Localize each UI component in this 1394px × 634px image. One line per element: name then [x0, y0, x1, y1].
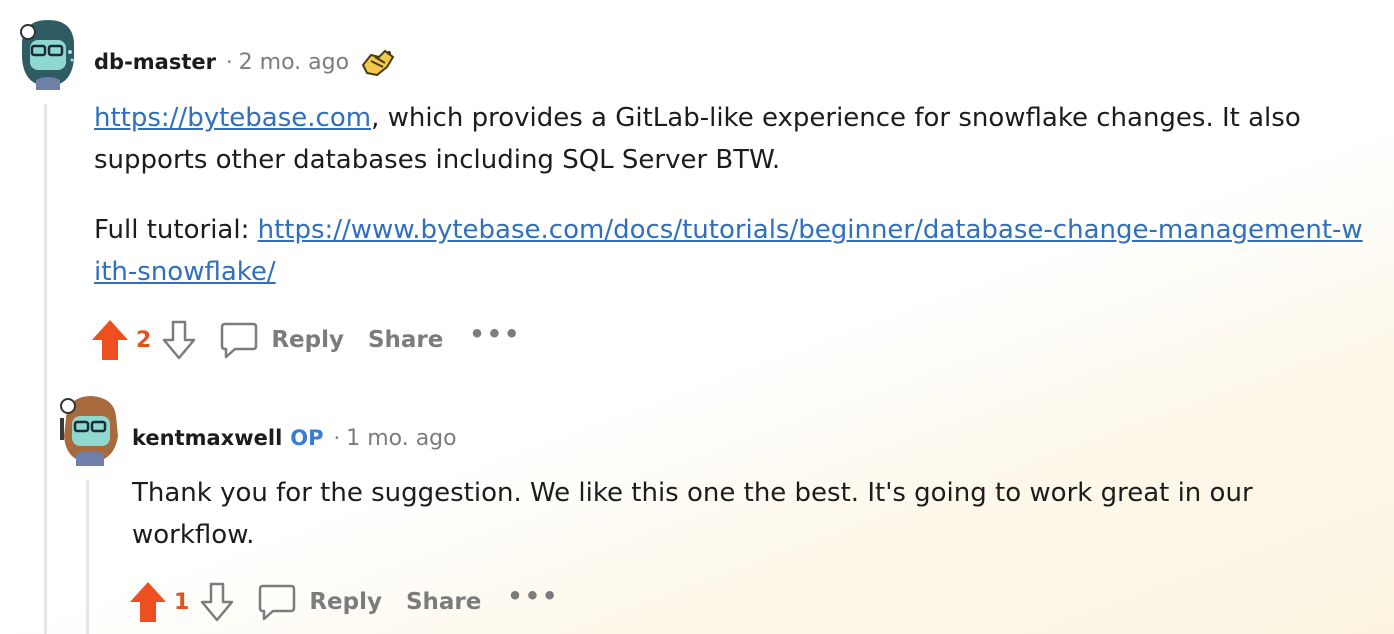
vote-score: 2: [136, 327, 152, 353]
share-button[interactable]: Share: [368, 327, 443, 353]
comment-body: https://bytebase.com, which provides a G…: [94, 97, 1374, 293]
comment-icon: [221, 322, 258, 359]
comment-body: Thank you for the suggestion. We like th…: [132, 472, 1292, 556]
downvote-icon: [163, 320, 196, 360]
reply-label: Reply: [271, 327, 344, 353]
upvote-icon: [130, 582, 166, 622]
comment-icon: [259, 584, 296, 621]
upvote-button[interactable]: [90, 318, 130, 362]
timestamp[interactable]: 2 mo. ago: [239, 50, 349, 75]
thread-line-outer[interactable]: [44, 104, 47, 634]
username[interactable]: db-master: [94, 50, 216, 74]
downvote-button[interactable]: [159, 318, 199, 362]
upvote-button[interactable]: [128, 580, 168, 624]
share-button[interactable]: Share: [406, 589, 481, 615]
downvote-icon: [201, 582, 234, 622]
reply-label: Reply: [309, 589, 382, 615]
tutorial-link[interactable]: https://www.bytebase.com/docs/tutorials/…: [94, 215, 1363, 287]
reply-button[interactable]: Reply: [257, 582, 382, 622]
tutorial-prefix: Full tutorial:: [94, 215, 258, 245]
thread-line-inner[interactable]: [86, 480, 89, 634]
comment-paragraph: https://bytebase.com, which provides a G…: [94, 97, 1374, 181]
avatar[interactable]: [56, 392, 122, 466]
downvote-button[interactable]: [197, 580, 237, 624]
vote-score: 1: [174, 589, 190, 615]
op-badge: OP: [290, 426, 324, 450]
helping-hand-award-icon[interactable]: [359, 45, 397, 79]
more-options-button[interactable]: •••: [469, 320, 521, 348]
comment-paragraph: Thank you for the suggestion. We like th…: [132, 478, 1253, 550]
reply-button[interactable]: Reply: [219, 320, 344, 360]
bytebase-link[interactable]: https://bytebase.com: [94, 103, 371, 133]
comment-actions: 1 Reply Share •••: [128, 578, 559, 626]
username[interactable]: kentmaxwell: [132, 426, 282, 450]
separator: ·: [225, 50, 233, 74]
upvote-icon: [92, 320, 128, 360]
timestamp[interactable]: 1 mo. ago: [346, 426, 456, 451]
comment-actions: 2 Reply Share •••: [90, 316, 521, 364]
comment-meta: db-master · 2 mo. ago: [94, 46, 397, 78]
comment-meta: kentmaxwell OP · 1 mo. ago: [132, 422, 457, 454]
separator: ·: [333, 426, 341, 450]
comment-paragraph: Full tutorial: https://www.bytebase.com/…: [94, 209, 1369, 293]
avatar[interactable]: [14, 14, 80, 90]
more-options-button[interactable]: •••: [507, 582, 559, 610]
